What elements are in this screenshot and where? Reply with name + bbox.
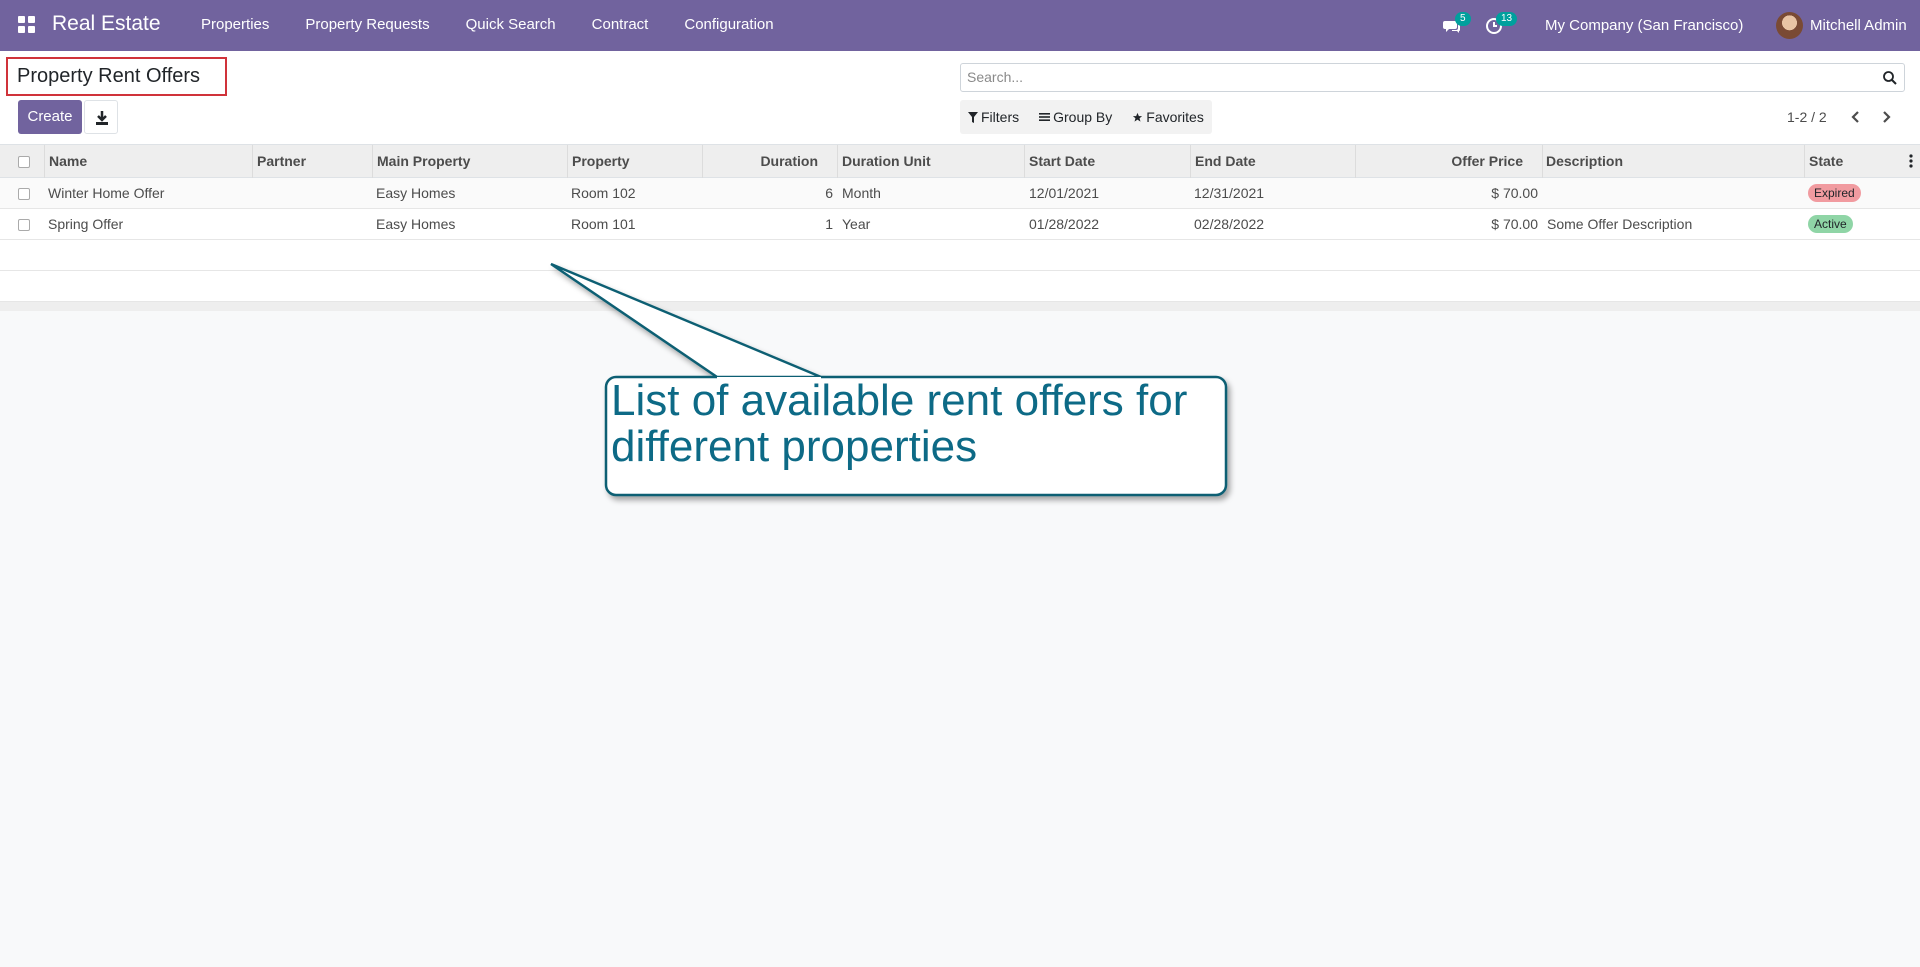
empty-row <box>0 240 1920 271</box>
menu-item-configuration[interactable]: Configuration <box>684 16 773 33</box>
cell-property: Room 101 <box>571 216 636 232</box>
list-icon <box>1039 113 1051 121</box>
filters-label: Filters <box>981 109 1020 125</box>
cell-offer-price: $ 70.00 <box>1491 185 1538 201</box>
column-header-description[interactable]: Description <box>1546 153 1623 169</box>
export-button[interactable] <box>84 100 118 134</box>
apps-grid-icon[interactable] <box>18 16 35 33</box>
top-navbar: Real Estate Properties Property Requests… <box>0 0 1920 51</box>
cell-duration-unit: Year <box>842 216 871 232</box>
menu-item-properties[interactable]: Properties <box>201 16 269 33</box>
cell-start-date: 12/01/2021 <box>1029 185 1100 201</box>
column-header-partner[interactable]: Partner <box>257 153 306 169</box>
select-all-checkbox[interactable] <box>18 156 30 168</box>
user-menu[interactable]: Mitchell Admin <box>1810 17 1907 34</box>
messages-badge: 5 <box>1455 12 1471 26</box>
cell-main-property: Easy Homes <box>376 216 456 232</box>
group-by-button[interactable]: Group By <box>1039 109 1112 125</box>
create-button[interactable]: Create <box>18 100 82 134</box>
column-header-name[interactable]: Name <box>49 153 87 169</box>
filters-button[interactable]: Filters <box>968 109 1019 125</box>
search-input[interactable] <box>967 69 1847 85</box>
cell-duration: 1 <box>825 216 833 232</box>
avatar[interactable] <box>1776 12 1803 39</box>
filter-icon <box>968 111 978 123</box>
page-title: Property Rent Offers <box>17 65 201 87</box>
chevron-left-icon[interactable] <box>1846 107 1866 127</box>
cell-end-date: 12/31/2021 <box>1194 185 1265 201</box>
menu-item-quick-search[interactable]: Quick Search <box>466 16 556 33</box>
company-switcher[interactable]: My Company (San Francisco) <box>1545 17 1743 34</box>
offers-table: Name Partner Main Property Property Dura… <box>0 145 1920 311</box>
column-header-offer-price[interactable]: Offer Price <box>1451 153 1523 169</box>
chevron-right-icon[interactable] <box>1876 107 1896 127</box>
control-panel: Property Rent Offers Create Filters Grou… <box>0 51 1920 145</box>
main-menu: Properties Property Requests Quick Searc… <box>201 16 810 33</box>
cell-name: Spring Offer <box>48 216 124 232</box>
pager-value[interactable]: 1-2 / 2 <box>1787 109 1827 125</box>
cell-duration-unit: Month <box>842 185 881 201</box>
column-header-property[interactable]: Property <box>572 153 630 169</box>
cell-description: Some Offer Description <box>1547 216 1693 232</box>
group-by-label: Group By <box>1053 109 1113 125</box>
star-icon <box>1133 112 1143 122</box>
cell-duration: 6 <box>825 185 833 201</box>
search-icon[interactable] <box>1882 70 1898 86</box>
callout-text: List of available rent offers for differ… <box>611 376 1188 471</box>
column-header-state[interactable]: State <box>1809 153 1843 169</box>
table-header: Name Partner Main Property Property Dura… <box>0 145 1920 178</box>
column-header-duration[interactable]: Duration <box>760 153 818 169</box>
optional-columns-icon[interactable] <box>1909 154 1913 168</box>
menu-item-contract[interactable]: Contract <box>592 16 649 33</box>
cell-name: Winter Home Offer <box>48 185 165 201</box>
table-footer <box>0 302 1920 311</box>
activities-badge: 13 <box>1496 12 1518 26</box>
table-row[interactable]: Winter Home Offer Easy Homes Room 102 6 … <box>0 178 1920 209</box>
column-header-start-date[interactable]: Start Date <box>1029 153 1095 169</box>
column-header-end-date[interactable]: End Date <box>1195 153 1256 169</box>
column-header-main-property[interactable]: Main Property <box>377 153 470 169</box>
status-badge: Active <box>1808 215 1853 233</box>
table-row[interactable]: Spring Offer Easy Homes Room 101 1 Year … <box>0 209 1920 240</box>
cell-start-date: 01/28/2022 <box>1029 216 1100 232</box>
favorites-label: Favorites <box>1146 109 1204 125</box>
download-icon <box>96 111 108 125</box>
status-badge: Expired <box>1808 184 1861 202</box>
column-header-duration-unit[interactable]: Duration Unit <box>842 153 931 169</box>
search-options-bar: Filters Group By Favorites <box>960 100 1212 134</box>
empty-row <box>0 271 1920 302</box>
row-checkbox[interactable] <box>18 219 30 231</box>
search-box <box>960 63 1905 92</box>
row-checkbox[interactable] <box>18 188 30 200</box>
cell-property: Room 102 <box>571 185 636 201</box>
cell-end-date: 02/28/2022 <box>1194 216 1265 232</box>
menu-item-property-requests[interactable]: Property Requests <box>305 16 429 33</box>
cell-main-property: Easy Homes <box>376 185 456 201</box>
app-brand[interactable]: Real Estate <box>52 12 161 36</box>
favorites-button[interactable]: Favorites <box>1132 109 1204 125</box>
cell-offer-price: $ 70.00 <box>1491 216 1538 232</box>
